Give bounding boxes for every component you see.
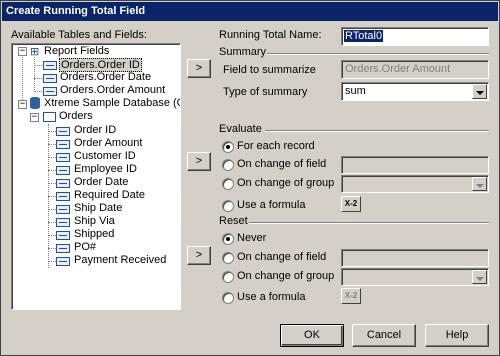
evaluate-group-select [341, 175, 489, 193]
running-total-name-value: RTotal0 [344, 30, 384, 42]
field-icon [56, 192, 70, 201]
evaluate-use-formula-radio[interactable] [222, 200, 234, 212]
tree-item-database[interactable]: Xtreme Sample Database (ODBC ( [44, 97, 180, 109]
reset-never-label: Never [237, 232, 267, 244]
evaluate-for-each-record-label: For each record [237, 140, 315, 152]
tree-item-order-id[interactable]: Order ID [74, 124, 116, 136]
collapse-orders-icon[interactable]: − [30, 113, 39, 122]
fields-tree[interactable]: − ⊞ Report Fields Orders.Order ID Orders… [11, 43, 181, 310]
tree-item-order-date[interactable]: Order Date [74, 176, 128, 188]
tree-item-orders[interactable]: Orders [59, 110, 93, 122]
summary-add-button[interactable]: > [187, 59, 211, 78]
field-to-summarize-input: Orders.Order Amount [341, 60, 489, 79]
field-icon [56, 231, 70, 240]
chevron-down-icon [472, 177, 487, 191]
field-icon [56, 218, 70, 227]
field-icon [56, 153, 70, 162]
reset-change-of-group-label: On change of group [237, 270, 335, 282]
reset-field-input [341, 249, 489, 267]
reset-change-of-group-radio[interactable] [222, 271, 234, 283]
cancel-button[interactable]: Cancel [352, 324, 416, 347]
tree-item-report-order-amount[interactable]: Orders.Order Amount [60, 84, 165, 96]
field-icon [56, 166, 70, 175]
help-button[interactable]: Help [425, 324, 489, 347]
available-fields-label: Available Tables and Fields: [11, 29, 147, 41]
evaluate-divider [265, 130, 489, 132]
evaluate-change-of-group-label: On change of group [237, 177, 335, 189]
running-total-name-input[interactable]: RTotal0 [341, 27, 489, 46]
field-icon [56, 179, 70, 188]
field-to-summarize-value: Orders.Order Amount [345, 63, 451, 75]
field-icon [43, 61, 57, 70]
reset-header: Reset [219, 215, 248, 227]
tree-item-ship-via[interactable]: Ship Via [74, 215, 115, 227]
evaluate-formula-icon[interactable]: X-2 [341, 196, 361, 212]
field-icon [56, 140, 70, 149]
field-icon [56, 127, 70, 136]
report-fields-icon: ⊞ [30, 46, 40, 58]
reset-change-of-field-radio[interactable] [222, 252, 234, 264]
evaluate-change-of-field-label: On change of field [237, 158, 327, 170]
summary-divider [267, 53, 489, 55]
evaluate-header: Evaluate [219, 123, 262, 135]
field-icon [43, 74, 57, 83]
reset-formula-icon[interactable]: X-2 [341, 288, 361, 304]
field-to-summarize-label: Field to summarize [223, 64, 316, 76]
summary-header: Summary [219, 46, 267, 58]
field-icon [43, 87, 57, 96]
field-icon [56, 244, 70, 253]
table-icon [43, 112, 56, 122]
type-of-summary-select[interactable]: sum [341, 82, 489, 101]
evaluate-for-each-record-radio[interactable] [222, 141, 234, 153]
reset-add-button[interactable]: > [187, 246, 211, 265]
ok-button[interactable]: OK [280, 324, 344, 347]
evaluate-use-formula-label: Use a formula [237, 199, 306, 211]
tree-item-required-date[interactable]: Required Date [74, 189, 145, 201]
tree-item-employee-id[interactable]: Employee ID [74, 163, 137, 175]
reset-change-of-field-label: On change of field [237, 251, 327, 263]
chevron-down-icon [472, 270, 487, 284]
reset-use-formula-label: Use a formula [237, 291, 306, 303]
type-of-summary-value: sum [345, 85, 366, 97]
tree-item-ship-date[interactable]: Ship Date [74, 202, 122, 214]
tree-item-report-fields[interactable]: Report Fields [44, 45, 109, 57]
evaluate-field-input [341, 156, 489, 174]
running-total-name-label: Running Total Name: [219, 29, 322, 41]
field-icon [56, 257, 70, 266]
tree-item-po[interactable]: PO# [74, 241, 96, 253]
evaluate-add-button[interactable]: > [187, 152, 211, 171]
create-running-total-dialog: Create Running Total Field Available Tab… [0, 0, 500, 356]
collapse-report-fields-icon[interactable]: − [18, 47, 27, 56]
tree-item-order-amount[interactable]: Order Amount [74, 137, 142, 149]
evaluate-change-of-group-radio[interactable] [222, 178, 234, 190]
tree-item-report-order-date[interactable]: Orders.Order Date [60, 71, 151, 83]
collapse-database-icon[interactable]: − [18, 100, 27, 109]
reset-use-formula-radio[interactable] [222, 292, 234, 304]
tree-item-shipped[interactable]: Shipped [74, 228, 114, 240]
tree-item-report-order-id[interactable]: Orders.Order ID [59, 58, 142, 72]
reset-divider [249, 222, 489, 224]
reset-group-select [341, 268, 489, 286]
tree-item-payment-received[interactable]: Payment Received [74, 254, 166, 266]
database-icon [30, 97, 40, 109]
evaluate-change-of-field-radio[interactable] [222, 159, 234, 171]
field-icon [56, 205, 70, 214]
reset-never-radio[interactable] [222, 233, 234, 245]
tree-item-customer-id[interactable]: Customer ID [74, 150, 136, 162]
dialog-title: Create Running Total Field [2, 2, 498, 21]
type-of-summary-label: Type of summary [223, 86, 308, 98]
chevron-down-icon[interactable] [472, 84, 487, 99]
